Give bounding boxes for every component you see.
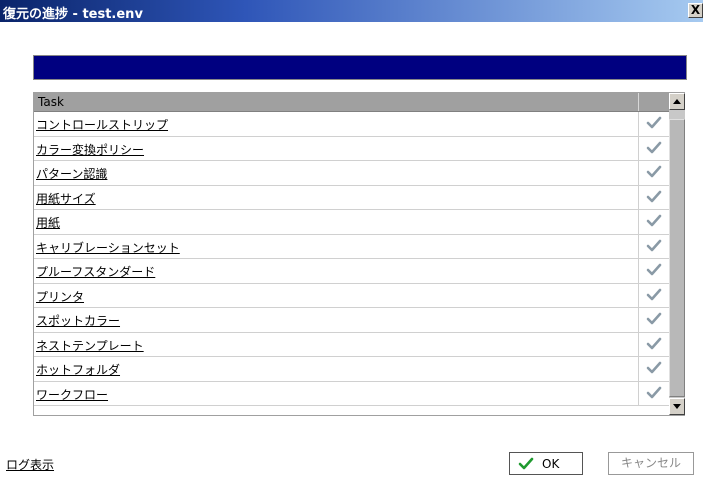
table-row[interactable]: ホットフォルダ	[34, 357, 669, 382]
check-icon	[646, 263, 662, 276]
task-status	[638, 210, 669, 234]
table-row[interactable]: プリンタ	[34, 283, 669, 308]
check-icon	[646, 141, 662, 153]
task-label: コントロールストリップ	[36, 118, 169, 132]
check-icon	[646, 116, 662, 129]
table-row[interactable]: スポットカラー	[34, 308, 669, 333]
scroll-down-button[interactable]	[669, 398, 685, 415]
restore-progress-dialog: 復元の進捗 - test.env X Task コントロールストリップ カラー変換…	[0, 0, 703, 481]
window-title: 復元の進捗 - test.env	[3, 7, 143, 22]
check-icon	[646, 361, 662, 374]
task-label: ワークフロー	[36, 387, 109, 402]
task-status	[638, 308, 669, 332]
task-status	[638, 161, 669, 185]
table-row[interactable]: キャリブレーションセット	[34, 234, 669, 259]
task-status	[638, 136, 669, 160]
check-icon	[646, 337, 662, 349]
scroll-up-button[interactable]	[669, 93, 685, 110]
task-status	[638, 259, 669, 283]
arrow-down-icon	[673, 404, 681, 409]
table-row[interactable]: 用紙サイズ	[34, 185, 669, 210]
close-icon: X	[690, 3, 701, 17]
table-row[interactable]: ワークフロー	[34, 381, 669, 406]
table-header: Task	[34, 93, 669, 112]
table-row[interactable]: ネストテンプレート	[34, 332, 669, 357]
task-status	[638, 234, 669, 258]
task-list: コントロールストリップ カラー変換ポリシー パターン認識 用紙サイズ用紙キャリブレーシ…	[34, 112, 669, 406]
check-icon	[646, 190, 662, 202]
task-label: 用紙	[36, 216, 61, 230]
task-status	[638, 332, 669, 356]
scroll-thumb[interactable]	[669, 119, 685, 397]
task-status	[638, 283, 669, 307]
task-label: ホットフォルダ	[36, 363, 121, 377]
task-table: Task コントロールストリップ カラー変換ポリシー パターン認識 用紙サイズ用紙キャ…	[33, 92, 685, 416]
progress-fill	[34, 56, 686, 79]
check-icon	[646, 288, 662, 300]
check-icon	[646, 239, 662, 251]
title-bar: 復元の進捗 - test.env X	[0, 0, 703, 22]
progress-bar	[33, 55, 687, 80]
table-row[interactable]: 用紙	[34, 210, 669, 235]
table-row[interactable]: パターン認識	[34, 161, 669, 186]
task-label: 用紙サイズ	[36, 191, 96, 206]
check-icon	[646, 386, 662, 398]
cancel-button[interactable]: キャンセル	[608, 452, 694, 475]
arrow-up-icon	[673, 99, 681, 104]
column-header-task[interactable]: Task	[38, 95, 64, 109]
ok-button-label: OK	[542, 457, 560, 471]
table-row[interactable]: カラー変換ポリシー	[34, 136, 669, 161]
vertical-scrollbar[interactable]	[669, 93, 685, 415]
task-label: ネストテンプレート	[36, 338, 144, 353]
table-row[interactable]: プルーフスタンダード	[34, 259, 669, 284]
task-status	[638, 112, 669, 136]
task-label: パターン認識	[36, 167, 108, 181]
task-label: スポットカラー	[36, 314, 121, 328]
check-icon	[646, 214, 662, 227]
check-icon	[646, 165, 662, 178]
task-label: キャリブレーションセット	[36, 240, 180, 255]
column-header-status[interactable]	[638, 93, 669, 111]
task-status	[638, 357, 669, 381]
task-status	[638, 185, 669, 209]
task-label: カラー変換ポリシー	[36, 142, 145, 157]
task-label: プルーフスタンダード	[36, 265, 156, 279]
ok-button[interactable]: OK	[509, 452, 583, 475]
table-row[interactable]: コントロールストリップ	[34, 112, 669, 137]
ok-check-icon	[518, 457, 534, 470]
show-log-link[interactable]: ログ表示	[6, 456, 54, 473]
close-button[interactable]: X	[688, 3, 703, 18]
task-label: プリンタ	[36, 289, 85, 304]
task-status	[638, 381, 669, 405]
cancel-button-label: キャンセル	[620, 456, 681, 470]
check-icon	[646, 312, 662, 325]
